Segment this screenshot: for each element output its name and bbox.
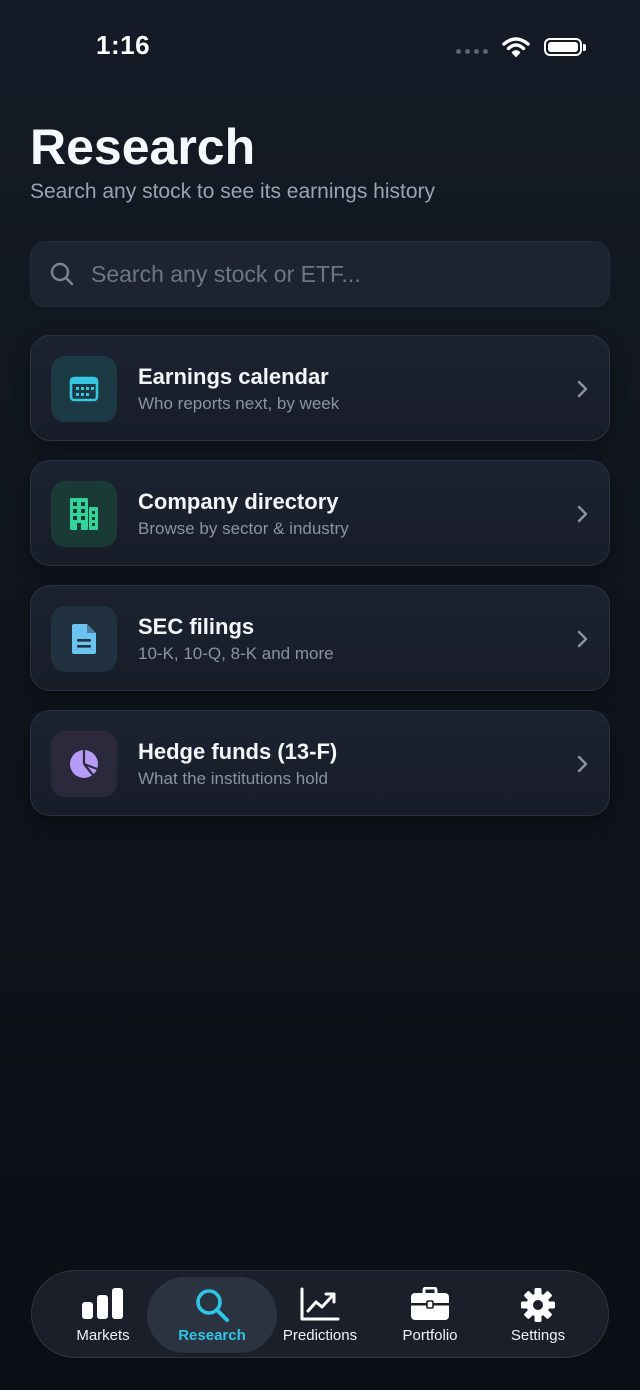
card-subtitle: Who reports next, by week [138,394,340,413]
card-title: Hedge funds (13-F) [138,739,338,764]
trend-up-icon [300,1287,340,1321]
earnings-calendar-card[interactable]: Earnings calendar Who reports next, by w… [30,335,610,441]
tab-label: Settings [510,1327,566,1344]
hedge-funds-card[interactable]: Hedge funds (13-F) What the institutions… [30,710,610,816]
chevron-right-icon [577,630,588,648]
tab-portfolio[interactable]: Portfolio [375,1277,485,1353]
search-icon [196,1289,229,1322]
card-subtitle: 10-K, 10-Q, 8-K and more [138,644,334,663]
chevron-right-icon [577,755,588,773]
building-icon [70,498,98,530]
chevron-right-icon [577,505,588,523]
tab-predictions[interactable]: Predictions [265,1277,375,1353]
search-icon [50,262,74,286]
battery-icon [544,38,586,56]
wifi-icon [502,37,530,57]
card-subtitle: Browse by sector & industry [138,519,349,538]
card-icon-tile [51,731,117,797]
card-title: SEC filings [138,614,255,639]
tab-research[interactable]: Research [147,1277,277,1353]
tab-settings[interactable]: Settings [483,1277,593,1353]
document-icon [72,624,96,654]
tab-label: Portfolio [402,1327,458,1344]
sec-filings-card[interactable]: SEC filings 10-K, 10-Q, 8-K and more [30,585,610,691]
company-directory-card[interactable]: Company directory Browse by sector & ind… [30,460,610,566]
search-bar[interactable] [30,241,610,307]
card-icon-tile [51,356,117,422]
cellular-signal-icon [456,48,488,54]
card-title: Earnings calendar [138,364,329,389]
briefcase-icon [411,1287,449,1320]
card-subtitle: What the institutions hold [138,769,328,788]
bottom-tab-bar: Markets Research Predictions Portfolio S… [31,1270,609,1358]
card-icon-tile [51,606,117,672]
bar-chart-icon [82,1288,123,1319]
card-icon-tile [51,481,117,547]
search-input[interactable] [89,259,573,289]
tab-markets[interactable]: Markets [48,1277,158,1353]
pie-chart-icon [70,750,98,778]
chevron-right-icon [577,380,588,398]
card-title: Company directory [138,489,339,514]
tab-label: Markets [76,1327,130,1344]
page-title: Research [30,119,256,175]
status-bar: 1:16 [0,0,640,96]
page-subtitle: Search any stock to see its earnings his… [30,180,436,203]
status-indicators [456,36,586,58]
tab-label: Research [178,1327,246,1344]
calendar-icon [69,376,99,402]
gear-icon [521,1288,555,1322]
status-time: 1:16 [96,30,151,60]
tab-label: Predictions [282,1327,358,1344]
